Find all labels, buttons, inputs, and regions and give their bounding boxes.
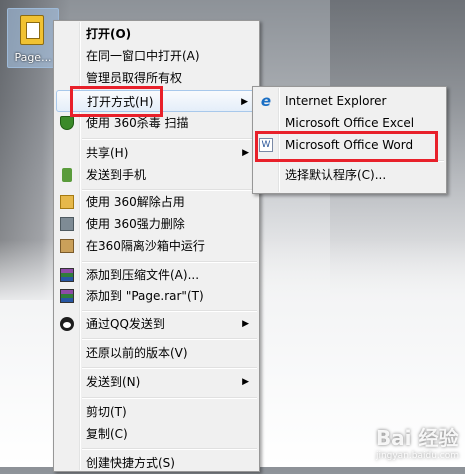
- phone-icon: [62, 168, 72, 182]
- menu-item-open-same-window[interactable]: 在同一窗口中打开(A): [56, 45, 257, 67]
- excel-icon: [259, 116, 273, 130]
- menu-item-add-page-rar[interactable]: 添加到 "Page.rar"(T): [56, 285, 257, 307]
- submenu-arrow-icon: ▶: [242, 319, 249, 329]
- menu-item-share[interactable]: 共享(H) ▶: [56, 142, 257, 164]
- menu-item-open[interactable]: 打开(O): [56, 23, 257, 45]
- context-menu: 打开(O) 在同一窗口中打开(A) 管理员取得所有权 打开方式(H) ▶ 使用 3…: [53, 20, 260, 472]
- word-icon: W: [259, 138, 273, 152]
- menu-item-360-unlock[interactable]: 使用 360解除占用: [56, 191, 257, 213]
- menu-item-360-force-delete[interactable]: 使用 360强力删除: [56, 213, 257, 235]
- submenu-arrow-icon: ▶: [241, 97, 248, 107]
- menu-item-create-shortcut[interactable]: 创建快捷方式(S): [56, 452, 257, 474]
- submenu-item-internet-explorer[interactable]: e Internet Explorer: [255, 90, 444, 112]
- submenu-item-excel[interactable]: Microsoft Office Excel: [255, 112, 444, 134]
- menu-separator: [82, 138, 257, 140]
- winrar-icon: [60, 268, 74, 282]
- baidu-jingyan-watermark: Bai 经验 jingyan.baidu.com: [375, 426, 459, 461]
- qq-penguin-icon: [60, 317, 74, 331]
- menu-item-send-qq[interactable]: 通过QQ发送到 ▶: [56, 313, 257, 335]
- menu-separator: [82, 310, 257, 312]
- winrar-icon: [60, 289, 74, 303]
- menu-item-add-archive[interactable]: 添加到压缩文件(A)...: [56, 264, 257, 286]
- menu-item-admin-ownership[interactable]: 管理员取得所有权: [56, 67, 257, 89]
- menu-separator: [82, 367, 257, 369]
- submenu-arrow-icon: ▶: [242, 377, 249, 387]
- submenu-item-word[interactable]: W Microsoft Office Word: [255, 134, 444, 156]
- sandbox-icon: [60, 239, 74, 253]
- menu-item-cut[interactable]: 剪切(T): [56, 401, 257, 423]
- submenu-arrow-icon: ▶: [242, 148, 249, 158]
- menu-item-360-scan[interactable]: 使用 360杀毒 扫描: [56, 112, 257, 134]
- folder-unlock-icon: [60, 195, 74, 209]
- submenu-item-choose-default[interactable]: 选择默认程序(C)...: [255, 164, 444, 186]
- menu-separator: [82, 397, 257, 399]
- desktop-file-icon[interactable]: Page...: [7, 8, 59, 68]
- menu-item-send-to-phone[interactable]: 发送到手机: [56, 164, 257, 186]
- menu-separator: [82, 261, 257, 263]
- internet-explorer-icon: e: [260, 92, 272, 110]
- menu-separator: [82, 448, 257, 450]
- document-icon: [20, 15, 44, 45]
- desktop-file-label: Page...: [14, 51, 52, 64]
- 360-shield-icon: [60, 116, 74, 130]
- shredder-icon: [60, 217, 74, 231]
- menu-item-open-with[interactable]: 打开方式(H) ▶: [56, 90, 257, 112]
- open-with-submenu: e Internet Explorer Microsoft Office Exce…: [252, 86, 447, 194]
- menu-separator: [281, 160, 444, 162]
- menu-separator: [82, 338, 257, 340]
- menu-item-360-sandbox[interactable]: 在360隔离沙箱中运行: [56, 235, 257, 257]
- menu-item-copy[interactable]: 复制(C): [56, 423, 257, 445]
- menu-item-restore-versions[interactable]: 还原以前的版本(V): [56, 342, 257, 364]
- menu-item-send-to[interactable]: 发送到(N) ▶: [56, 371, 257, 393]
